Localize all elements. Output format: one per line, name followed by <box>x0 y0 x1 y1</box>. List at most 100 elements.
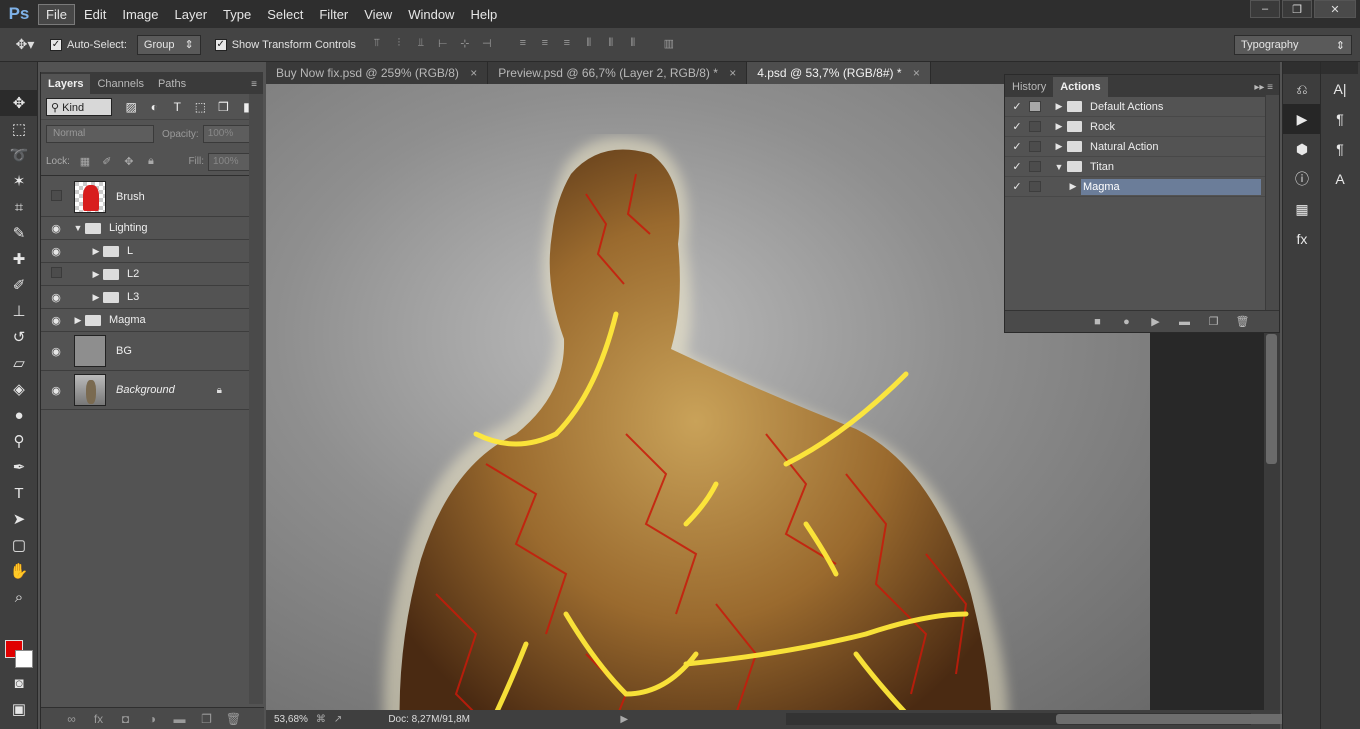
paint-bucket-tool-icon[interactable]: ◈ <box>0 376 38 402</box>
tab-history[interactable]: History <box>1005 77 1053 97</box>
layer-row-background[interactable]: ◉ Background 🔒︎ <box>41 371 250 410</box>
path-selection-tool-icon[interactable]: ➤ <box>0 506 38 532</box>
expand-triangle-icon[interactable]: ▶ <box>1051 121 1067 132</box>
checkmark-icon[interactable]: ✓ <box>1005 180 1029 193</box>
checkmark-icon[interactable]: ✓ <box>1005 120 1029 133</box>
zoom-level[interactable]: 53,68% <box>266 714 316 725</box>
action-set-row[interactable]: ✓ ▶ Natural Action <box>1005 137 1279 157</box>
align-left-icon[interactable]: ⊢ <box>432 37 454 53</box>
move-tool-icon[interactable]: ✥ <box>0 90 38 116</box>
history-panel-icon[interactable]: ⎌ <box>1283 74 1321 104</box>
blend-mode-dropdown[interactable]: Normal <box>46 125 154 143</box>
add-mask-icon[interactable]: ◘ <box>112 712 139 726</box>
transform-controls-checkbox[interactable]: ✓ <box>214 38 227 51</box>
dialog-toggle[interactable] <box>1029 141 1041 152</box>
menu-window[interactable]: Window <box>401 5 461 24</box>
link-layers-icon[interactable]: ∞ <box>58 712 85 726</box>
info-panel-icon[interactable]: ⓘ <box>1283 164 1321 194</box>
layer-row-brush[interactable]: Brush <box>41 178 250 217</box>
align-right-icon[interactable]: ⊣ <box>476 37 498 53</box>
action-row-selected[interactable]: ✓ ▶ Magma <box>1005 177 1279 197</box>
menu-layer[interactable]: Layer <box>168 5 215 24</box>
hand-tool-icon[interactable]: ✋ <box>0 558 38 584</box>
align-top-icon[interactable]: ⫪ <box>366 37 388 53</box>
blur-tool-icon[interactable]: ● <box>0 402 38 428</box>
new-set-icon[interactable]: ▬ <box>1170 316 1199 328</box>
pen-tool-icon[interactable]: ✒ <box>0 454 38 480</box>
action-set-row[interactable]: ✓ ▶ Default Actions <box>1005 97 1279 117</box>
styles-panel-icon[interactable]: fx <box>1283 224 1321 254</box>
expand-triangle-icon[interactable]: ▶ <box>89 269 103 280</box>
fx-icon[interactable]: fx <box>85 712 112 726</box>
type-tool-icon[interactable]: T <box>0 480 38 506</box>
layer-row-l2[interactable]: ▶ L2 <box>41 263 250 286</box>
dialog-toggle[interactable] <box>1029 181 1041 192</box>
status-menu-arrow-icon[interactable]: ▶ <box>620 714 628 725</box>
eye-icon[interactable]: ◉ <box>41 222 71 235</box>
actions-panel-icon[interactable]: ▶ <box>1283 104 1321 134</box>
shape-filter-icon[interactable]: ⬚ <box>189 100 212 114</box>
checkmark-icon[interactable]: ✓ <box>1005 100 1029 113</box>
kind-filter-dropdown[interactable]: ⚲ Kind <box>46 97 112 116</box>
move-tool-icon[interactable]: ✥▾ <box>0 36 50 53</box>
paragraph-styles-icon[interactable]: ¶ <box>1321 134 1359 164</box>
distribute-vcenter-icon[interactable]: ≡ <box>534 37 556 53</box>
layer-row-bg[interactable]: ◉ BG <box>41 332 250 371</box>
expand-triangle-icon[interactable]: ▶ <box>1065 181 1081 192</box>
character-panel-icon[interactable]: A| <box>1321 74 1359 104</box>
eye-icon[interactable]: ◉ <box>41 345 71 358</box>
shape-tool-icon[interactable]: ▢ <box>0 532 38 558</box>
layer-row-magma[interactable]: ◉ ▶ Magma <box>41 309 250 332</box>
distribute-top-icon[interactable]: ≡ <box>512 37 534 53</box>
expand-triangle-open-icon[interactable]: ▼ <box>71 223 85 233</box>
close-icon[interactable]: × <box>470 66 477 80</box>
auto-select-option[interactable]: ✓ Auto-Select: <box>50 38 127 51</box>
record-icon[interactable]: ● <box>1112 316 1141 328</box>
type-filter-icon[interactable]: T <box>166 100 189 114</box>
menu-file[interactable]: File <box>38 3 75 25</box>
tab-channels[interactable]: Channels <box>90 74 150 94</box>
action-set-row[interactable]: ✓ ▼ Titan <box>1005 157 1279 177</box>
menu-filter[interactable]: Filter <box>312 5 355 24</box>
distribute-left-icon[interactable]: ⦀ <box>578 37 600 53</box>
magic-wand-tool-icon[interactable]: ✶ <box>0 168 38 194</box>
action-set-row[interactable]: ✓ ▶ Rock <box>1005 117 1279 137</box>
proof-icon[interactable]: ⌘ <box>316 714 326 725</box>
document-tab[interactable]: Buy Now fix.psd @ 259% (RGB/8) × <box>266 62 489 84</box>
eye-icon[interactable]: ◉ <box>41 245 71 258</box>
background-color-swatch[interactable] <box>15 650 33 668</box>
crop-tool-icon[interactable]: ⌗ <box>0 194 38 220</box>
opacity-field[interactable]: 100% <box>202 125 253 143</box>
menu-edit[interactable]: Edit <box>77 5 113 24</box>
close-window-button[interactable]: ✕ <box>1314 0 1356 18</box>
dialog-toggle[interactable] <box>1029 121 1041 132</box>
align-vcenter-icon[interactable]: ⫶ <box>388 37 410 53</box>
grid-panel-icon[interactable]: ▦ <box>1283 194 1321 224</box>
stop-icon[interactable]: ■ <box>1083 316 1112 328</box>
trash-icon[interactable]: 🗑︎ <box>220 712 247 726</box>
adjustment-layer-icon[interactable]: ◑ <box>139 712 166 726</box>
pixel-filter-icon[interactable]: ▨ <box>120 100 143 114</box>
lock-pixels-icon[interactable]: ✐ <box>96 155 118 168</box>
horizontal-scroll-thumb[interactable] <box>1056 714 1306 724</box>
quick-mask-icon[interactable]: ◙ <box>0 670 38 696</box>
canvas-horizontal-scrollbar[interactable] <box>786 713 1306 725</box>
menu-type[interactable]: Type <box>216 5 258 24</box>
menu-view[interactable]: View <box>357 5 399 24</box>
document-tab[interactable]: Preview.psd @ 66,7% (Layer 2, RGB/8) * × <box>488 62 748 84</box>
menu-image[interactable]: Image <box>115 5 165 24</box>
new-group-icon[interactable]: ▬ <box>166 712 193 726</box>
menu-help[interactable]: Help <box>463 5 504 24</box>
workspace-dropdown[interactable]: Typography ⇕ <box>1234 35 1352 55</box>
share-icon[interactable]: ↗ <box>334 714 342 725</box>
tab-actions[interactable]: Actions <box>1053 77 1108 97</box>
close-icon[interactable]: × <box>729 66 736 80</box>
expand-triangle-open-icon[interactable]: ▼ <box>1051 162 1067 172</box>
tab-layers[interactable]: Layers <box>41 74 91 94</box>
history-brush-tool-icon[interactable]: ↺ <box>0 324 38 350</box>
layer-row-l3[interactable]: ◉ ▶ L3 <box>41 286 250 309</box>
auto-select-checkbox[interactable]: ✓ <box>50 38 62 51</box>
dialog-toggle[interactable] <box>1029 101 1041 112</box>
distribute-bottom-icon[interactable]: ≡ <box>556 37 578 53</box>
restore-button[interactable]: ❐ <box>1282 0 1312 18</box>
